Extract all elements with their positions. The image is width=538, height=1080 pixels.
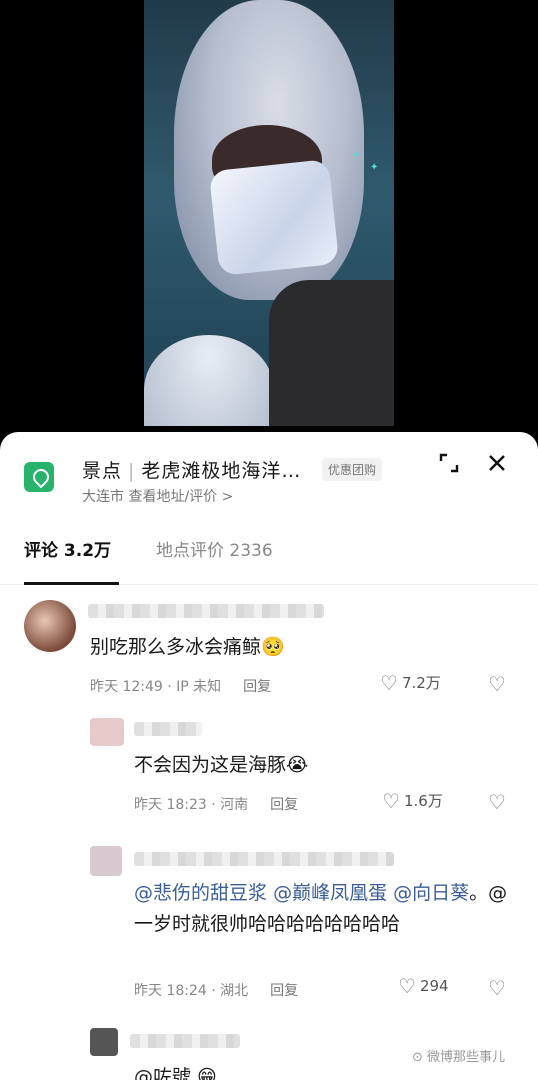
comment-item: 别吃那么多冰会痛鲸🥺 昨天 12:49 · IP 未知 回复 ♡ 7.2万 ♡ [0, 592, 538, 712]
comment-sheet: 景点 | 老虎滩极地海洋… 优惠团购 大连市 查看地址/评价 > 评论 3.2万 地… [0, 432, 538, 1080]
avatar[interactable] [24, 600, 76, 652]
location-subtitle[interactable]: 大连市 查看地址/评价 > [82, 486, 233, 506]
active-tab-indicator [24, 582, 119, 585]
tab-place-reviews[interactable]: 地点评价 2336 [156, 536, 273, 561]
feeder-arm [269, 280, 394, 426]
comment-meta: 昨天 18:24 · 湖北 回复 [134, 983, 299, 999]
close-icon[interactable] [486, 452, 508, 474]
mention-link[interactable]: @悲伤的甜豆浆 [134, 882, 267, 904]
location-title[interactable]: 景点 | 老虎滩极地海洋… [82, 456, 301, 483]
username-blurred[interactable] [130, 1034, 240, 1048]
comment-text: 不会因为这是海豚😭 [134, 754, 309, 776]
avatar[interactable] [90, 1028, 118, 1056]
tab-comments[interactable]: 评论 3.2万 [24, 536, 111, 561]
like-button[interactable]: ♡ 294 [398, 976, 449, 996]
dislike-icon[interactable]: ♡ [488, 976, 506, 1000]
ice-tub [144, 335, 274, 426]
dislike-icon[interactable]: ♡ [488, 790, 506, 814]
like-count: 1.6万 [403, 792, 443, 810]
comment-text: @悲伤的甜豆浆 @巅峰凤凰蛋 @向日葵。@一岁时就很帅哈哈哈哈哈哈哈哈 [134, 882, 508, 935]
comment-meta: 昨天 12:49 · IP 未知 回复 [90, 679, 272, 695]
deal-tag[interactable]: 优惠团购 [322, 458, 383, 481]
like-button[interactable]: ♡ 7.2万 [380, 672, 441, 693]
like-count: 7.2万 [401, 674, 441, 692]
reply-button[interactable]: 回复 [243, 679, 271, 695]
mention-link[interactable]: @向日葵 [393, 882, 469, 904]
reply-button[interactable]: 回复 [270, 983, 298, 999]
avatar[interactable] [90, 846, 122, 876]
like-count: 294 [419, 977, 449, 995]
dislike-icon[interactable]: ♡ [488, 672, 506, 696]
expand-icon[interactable] [438, 452, 460, 474]
username-blurred[interactable] [134, 852, 394, 866]
ice-cubes [208, 159, 340, 276]
username-blurred[interactable] [134, 722, 202, 736]
heart-icon: ♡ [398, 974, 416, 998]
watermark: ⊙ 微博那些事儿 [412, 1050, 506, 1065]
location-category: 景点 [82, 460, 123, 482]
comment-reply-item: @悲伤的甜豆浆 @巅峰凤凰蛋 @向日葵。@一岁时就很帅哈哈哈哈哈哈哈哈 昨天 1… [0, 842, 538, 1012]
water-sparkle: ✦ [352, 150, 361, 161]
location-icon [24, 462, 54, 494]
username-blurred[interactable] [88, 604, 324, 618]
heart-icon: ♡ [382, 788, 400, 813]
comment-tabs: 评论 3.2万 地点评价 2336 [0, 530, 538, 585]
comment-text: 别吃那么多冰会痛鲸🥺 [90, 636, 285, 658]
heart-icon: ♡ [380, 670, 398, 695]
mention-link[interactable]: @巅峰凤凰蛋 [273, 882, 387, 904]
water-sparkle: ✦ [370, 162, 379, 173]
comment-meta: 昨天 18:23 · 河南 回复 [134, 797, 299, 813]
like-button[interactable]: ♡ 1.6万 [382, 790, 443, 811]
reply-button[interactable]: 回复 [270, 797, 298, 813]
location-name: 老虎滩极地海洋… [141, 460, 302, 482]
comment-reply-item: 不会因为这是海豚😭 昨天 18:23 · 河南 回复 ♡ 1.6万 ♡ [0, 714, 538, 824]
video-player[interactable]: ✦ ✦ [144, 0, 394, 426]
comment-text: @咗號 😁 [134, 1066, 217, 1080]
avatar[interactable] [90, 718, 124, 746]
